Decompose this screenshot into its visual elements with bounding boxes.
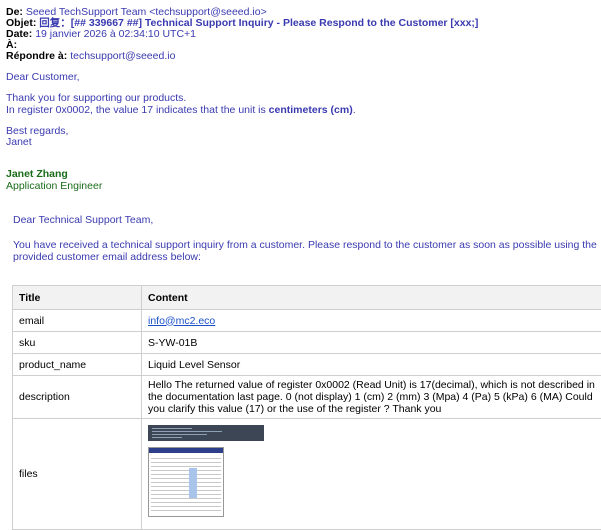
table-row: product_name Liquid Level Sensor <box>13 354 601 376</box>
date-value: 19 janvier 2026 à 02:34:10 UTC+1 <box>35 28 196 40</box>
row-value-description: Hello The returned value of register 0x0… <box>142 376 601 419</box>
reply-to-value[interactable]: techsupport@seeed.io <box>70 50 175 62</box>
inquiry-table: Title Content email info@mc2.eco sku S-Y… <box>12 285 601 530</box>
attachment-thumbnail-terminal[interactable] <box>148 425 264 441</box>
attachment-thumbnail-document[interactable] <box>148 447 224 517</box>
reply-line2: In register 0x0002, the value 17 indicat… <box>6 104 356 116</box>
email-link[interactable]: info@mc2.eco <box>148 315 215 327</box>
signature-title: Application Engineer <box>6 180 102 192</box>
row-value-product-name: Liquid Level Sensor <box>142 354 601 376</box>
table-row: files <box>13 419 601 530</box>
row-key-sku: sku <box>13 332 142 354</box>
reply-line2-prefix: In register 0x0002, the value 17 indicat… <box>6 104 269 116</box>
row-value-sku: S-YW-01B <box>142 332 601 354</box>
row-key-email: email <box>13 310 142 332</box>
inquiry-greeting: Dear Technical Support Team, <box>13 214 153 226</box>
table-row: email info@mc2.eco <box>13 310 601 332</box>
signature-name: Janet Zhang <box>6 168 68 180</box>
reply-line2-suffix: . <box>353 104 356 116</box>
regards-name: Janet <box>6 136 32 148</box>
row-key-files: files <box>13 419 142 530</box>
reply-line1: Thank you for supporting our products. <box>6 92 186 104</box>
row-value-files <box>142 419 601 530</box>
table-header-title: Title <box>13 286 142 310</box>
row-value-email: info@mc2.eco <box>142 310 601 332</box>
reply-greeting: Dear Customer, <box>6 71 80 83</box>
table-row: sku S-YW-01B <box>13 332 601 354</box>
row-key-description: description <box>13 376 142 419</box>
table-header-row: Title Content <box>13 286 601 310</box>
reply-to-label: Répondre à: <box>6 50 67 62</box>
reply-line2-bold: centimeters (cm) <box>269 104 353 116</box>
date-line: Date: 19 janvier 2026 à 02:34:10 UTC+1 <box>6 28 196 40</box>
inquiry-intro: You have received a technical support in… <box>13 239 598 263</box>
reply-to-line: Répondre à: techsupport@seeed.io <box>6 50 175 62</box>
table-row: description Hello The returned value of … <box>13 376 601 419</box>
table-header-content: Content <box>142 286 601 310</box>
row-key-product-name: product_name <box>13 354 142 376</box>
